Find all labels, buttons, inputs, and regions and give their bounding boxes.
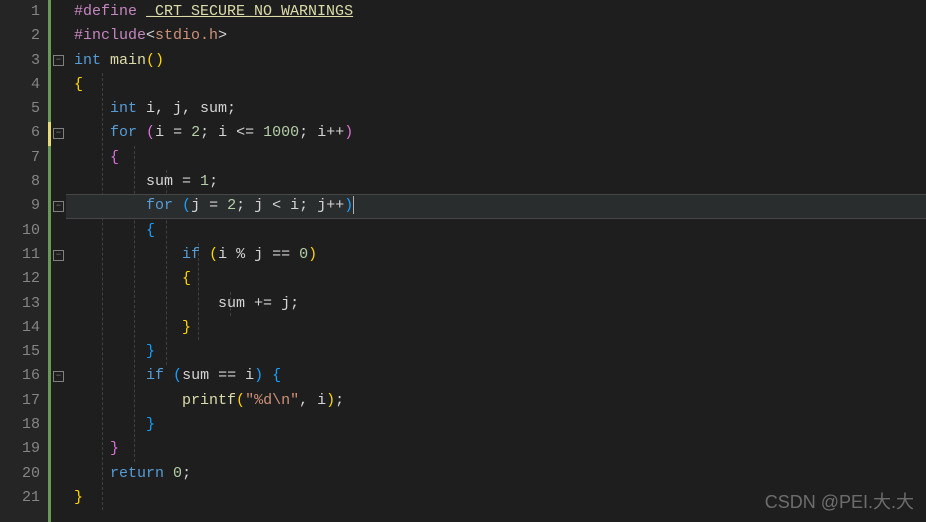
code-line[interactable]: } [66,413,926,437]
line-number-gutter: 1 2 3 4 5 6 7 8 9 10 11 12 13 14 15 16 1… [0,0,48,522]
line-number: 9 [0,194,40,218]
line-number: 20 [0,462,40,486]
code-line[interactable]: if (i % j == 0) [66,243,926,267]
text-cursor [353,196,354,214]
code-line[interactable]: printf("%d\n", i); [66,389,926,413]
code-area[interactable]: #define _CRT_SECURE_NO_WARNINGS #include… [66,0,926,522]
line-number: 2 [0,24,40,48]
code-line[interactable]: int main() [66,49,926,73]
line-number: 1 [0,0,40,24]
code-line[interactable]: if (sum == i) { [66,364,926,388]
code-line[interactable]: sum += j; [66,292,926,316]
modified-marker [48,122,51,146]
line-number: 5 [0,97,40,121]
watermark: CSDN @PEI.大.大 [765,488,914,514]
code-line[interactable]: { [66,146,926,170]
line-number: 16 [0,364,40,388]
line-number: 14 [0,316,40,340]
line-number: 4 [0,73,40,97]
line-number: 11 [0,243,40,267]
code-line[interactable]: for (i = 2; i <= 1000; i++) [66,121,926,145]
line-number: 8 [0,170,40,194]
line-number: 21 [0,486,40,510]
code-line[interactable]: } [66,437,926,461]
code-line[interactable]: { [66,267,926,291]
fold-column [48,0,66,522]
code-line[interactable]: } [66,340,926,364]
line-number: 12 [0,267,40,291]
line-number: 19 [0,437,40,461]
code-line[interactable]: return 0; [66,462,926,486]
fold-toggle[interactable] [53,55,64,66]
code-line[interactable]: #include<stdio.h> [66,24,926,48]
fold-toggle[interactable] [53,371,64,382]
code-line[interactable]: sum = 1; [66,170,926,194]
code-line[interactable]: } [66,316,926,340]
line-number: 10 [0,219,40,243]
code-line[interactable]: { [66,219,926,243]
line-number: 15 [0,340,40,364]
code-line-current[interactable]: for (j = 2; j < i; j++) [66,194,926,218]
code-editor[interactable]: 1 2 3 4 5 6 7 8 9 10 11 12 13 14 15 16 1… [0,0,926,522]
line-number: 18 [0,413,40,437]
code-line[interactable]: { [66,73,926,97]
line-number: 3 [0,49,40,73]
line-number: 6 [0,121,40,145]
fold-toggle[interactable] [53,128,64,139]
line-number: 7 [0,146,40,170]
fold-toggle[interactable] [53,250,64,261]
code-line[interactable]: int i, j, sum; [66,97,926,121]
fold-toggle[interactable] [53,201,64,212]
line-number: 17 [0,389,40,413]
line-number: 13 [0,292,40,316]
code-line[interactable]: #define _CRT_SECURE_NO_WARNINGS [66,0,926,24]
